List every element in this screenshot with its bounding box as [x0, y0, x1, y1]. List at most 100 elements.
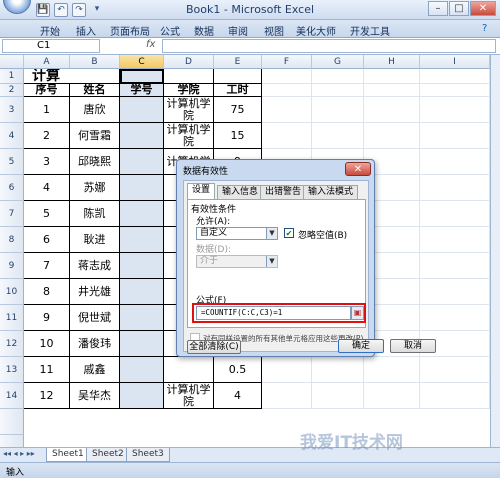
table-cell[interactable]: 75 [214, 97, 262, 123]
empty-cell[interactable] [420, 357, 490, 383]
column-header[interactable]: F [262, 55, 312, 69]
sheet-nav-arrows[interactable]: ◂◂ ◂ ▸ ▸▸ [3, 449, 35, 458]
table-cell[interactable]: 井光雄 [70, 279, 120, 305]
table-cell[interactable]: 吴华杰 [70, 383, 120, 409]
row-header[interactable]: 2 [0, 84, 24, 97]
table-cell[interactable] [120, 227, 164, 253]
dialog-close-button[interactable]: ✕ [345, 162, 371, 176]
table-cell[interactable]: 9 [24, 305, 70, 331]
column-header[interactable]: A [24, 55, 70, 69]
empty-cell[interactable] [262, 69, 312, 84]
column-header[interactable]: E [214, 55, 262, 69]
table-header-cell[interactable]: 学号 [120, 84, 164, 97]
chevron-down-icon[interactable]: ▼ [266, 228, 277, 239]
table-cell[interactable]: 10 [24, 331, 70, 357]
table-cell[interactable]: 计算机学院 [164, 123, 214, 149]
empty-cell[interactable] [420, 149, 490, 175]
row-header[interactable]: 12 [0, 331, 24, 357]
tab-ime-mode[interactable]: 输入法模式 [303, 185, 359, 199]
table-cell[interactable]: 15 [214, 123, 262, 149]
empty-cell[interactable] [364, 84, 420, 97]
empty-cell[interactable] [312, 357, 364, 383]
empty-cell[interactable] [262, 84, 312, 97]
tab-settings[interactable]: 设置 [187, 183, 216, 200]
range-picker-icon[interactable]: ▣ [351, 306, 364, 320]
table-header-cell[interactable]: 学院 [164, 84, 214, 97]
table-cell[interactable] [164, 357, 214, 383]
maximize-button[interactable]: □ [449, 1, 469, 16]
table-cell[interactable]: 唐欣 [70, 97, 120, 123]
row-header[interactable]: 10 [0, 279, 24, 305]
table-cell[interactable]: 5 [24, 201, 70, 227]
table-cell[interactable] [120, 383, 164, 409]
empty-cell[interactable] [420, 253, 490, 279]
table-header-cell[interactable]: 工时 [214, 84, 262, 97]
cancel-button[interactable]: 取消 [390, 339, 436, 353]
table-cell[interactable] [120, 305, 164, 331]
formula-input[interactable] [162, 39, 496, 53]
ignore-blank-checkbox[interactable]: ✔ [284, 228, 294, 238]
help-icon[interactable]: ? [482, 23, 487, 34]
table-cell[interactable] [120, 357, 164, 383]
row-header[interactable]: 1 [0, 69, 24, 84]
table-cell[interactable]: 4 [214, 383, 262, 409]
table-cell[interactable]: 倪世斌 [70, 305, 120, 331]
tab-page-layout[interactable]: 页面布局 [110, 23, 150, 38]
table-cell[interactable]: 计算机学院 [164, 383, 214, 409]
row-header[interactable]: 6 [0, 175, 24, 201]
sheet-tab[interactable]: Sheet1 [46, 448, 90, 462]
row-header[interactable]: 9 [0, 253, 24, 279]
table-cell[interactable] [120, 149, 164, 175]
table-cell[interactable] [120, 69, 164, 84]
table-cell[interactable]: 12 [24, 383, 70, 409]
table-header-cell[interactable]: 序号 [24, 84, 70, 97]
row-header[interactable] [0, 435, 24, 447]
empty-cell[interactable] [262, 383, 312, 409]
row-header[interactable]: 8 [0, 227, 24, 253]
table-cell[interactable]: 耿进 [70, 227, 120, 253]
tab-error-alert[interactable]: 出错警告 [260, 185, 307, 199]
tab-home[interactable]: 开始 [40, 23, 60, 38]
table-cell[interactable]: 何雪霜 [70, 123, 120, 149]
table-cell[interactable]: 3 [24, 149, 70, 175]
empty-cell[interactable] [420, 227, 490, 253]
tab-data[interactable]: 数据 [194, 23, 214, 38]
empty-cell[interactable] [420, 97, 490, 123]
table-cell[interactable]: 8 [24, 279, 70, 305]
empty-cell[interactable] [364, 123, 420, 149]
row-header[interactable]: 7 [0, 201, 24, 227]
empty-cell[interactable] [262, 123, 312, 149]
empty-cell[interactable] [420, 383, 490, 409]
empty-cell[interactable] [364, 69, 420, 84]
empty-cell[interactable] [420, 201, 490, 227]
row-header[interactable]: 13 [0, 357, 24, 383]
table-cell[interactable]: 苏娜 [70, 175, 120, 201]
select-all-corner[interactable] [0, 55, 24, 69]
empty-cell[interactable] [312, 123, 364, 149]
empty-cell[interactable] [312, 69, 364, 84]
tab-input-message[interactable]: 输入信息 [217, 185, 264, 199]
table-cell[interactable]: 6 [24, 227, 70, 253]
table-cell[interactable]: 2 [24, 123, 70, 149]
column-header[interactable]: B [70, 55, 120, 69]
formula-field[interactable]: =COUNTIF(C:C,C3)=1 [196, 306, 351, 320]
table-cell[interactable] [120, 201, 164, 227]
minimize-button[interactable]: – [428, 1, 448, 16]
table-cell[interactable]: 戚鑫 [70, 357, 120, 383]
row-header[interactable] [0, 409, 24, 435]
column-header[interactable]: G [312, 55, 364, 69]
empty-cell[interactable] [364, 383, 420, 409]
table-cell[interactable] [120, 279, 164, 305]
sheet-tab[interactable]: Sheet3 [126, 448, 170, 462]
column-header[interactable]: I [420, 55, 490, 69]
table-cell[interactable]: 7 [24, 253, 70, 279]
table-cell[interactable]: 邱晓熙 [70, 149, 120, 175]
table-title[interactable]: 计算 [24, 69, 120, 84]
ok-button[interactable]: 确定 [338, 339, 384, 353]
row-header[interactable]: 14 [0, 383, 24, 409]
column-header[interactable]: H [364, 55, 420, 69]
tab-view[interactable]: 视图 [264, 23, 284, 38]
table-cell[interactable]: 0.5 [214, 357, 262, 383]
table-cell[interactable] [164, 69, 214, 84]
table-cell[interactable] [120, 253, 164, 279]
